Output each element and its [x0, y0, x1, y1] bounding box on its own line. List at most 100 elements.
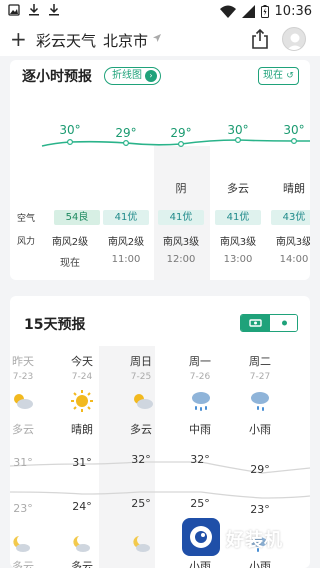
aqi-badge: 54良 — [54, 210, 100, 225]
hour-time: 现在 — [60, 258, 80, 269]
hour-temp: 29° — [170, 126, 192, 140]
hour-wind: 南风3级 — [219, 237, 257, 248]
day-weather: 多云 — [12, 423, 34, 436]
day-weather: 晴朗 — [71, 423, 93, 436]
now-button[interactable]: 现在 ↺ — [258, 67, 299, 85]
hour-wind: 南风2级 — [51, 237, 89, 248]
now-button-label: 现在 — [263, 70, 283, 81]
day-low: 23° — [13, 502, 33, 515]
temp-point — [178, 141, 185, 148]
hour-wind: 南风3级 — [275, 237, 310, 248]
share-icon[interactable] — [250, 28, 270, 50]
hour-weather: 晴朗 — [283, 182, 305, 195]
day-low: 25° — [190, 497, 210, 510]
status-left — [8, 3, 60, 16]
day-high: 32° — [131, 453, 151, 466]
watermark-logo-icon — [190, 526, 212, 548]
hour-temp: 30° — [59, 123, 81, 137]
day-name: 周二 — [249, 355, 271, 368]
temp-point — [235, 137, 242, 144]
sunny-icon — [71, 390, 93, 412]
download-icon — [49, 4, 59, 16]
image-icon — [8, 3, 20, 16]
signal-icon — [241, 5, 255, 18]
partly-cloudy-night-icon — [73, 536, 90, 552]
location-arrow-icon — [153, 34, 161, 42]
refresh-icon: ↺ — [286, 71, 294, 81]
status-right: 10:36 — [219, 4, 312, 19]
chevron-right-icon: › — [145, 70, 157, 82]
day-high: 32° — [190, 453, 210, 466]
day-weather: 中雨 — [189, 423, 211, 436]
aqi-badge: 41优 — [158, 210, 204, 225]
temp-point — [122, 140, 129, 147]
day-high: 29° — [250, 463, 270, 476]
battery-icon — [260, 5, 269, 18]
add-city-button[interactable]: + — [10, 27, 27, 51]
status-time: 10:36 — [274, 4, 312, 19]
day-low: 23° — [250, 503, 270, 516]
day-name: 周一 — [189, 355, 211, 368]
watermark-logo — [182, 518, 220, 556]
aqi-badge: 41优 — [103, 210, 149, 225]
chart-view-button[interactable] — [270, 315, 297, 331]
avatar[interactable] — [282, 27, 306, 51]
list-view-button[interactable] — [241, 315, 270, 331]
city-name[interactable]: 北京市 — [103, 30, 148, 51]
air-row-label: 空气 — [17, 214, 36, 224]
avatar-icon — [286, 33, 304, 50]
night-weather: 多云 — [71, 560, 93, 568]
hour-weather: 多云 — [227, 182, 249, 195]
app-header: + 彩云天气 北京市 — [0, 24, 320, 56]
chart-toggle-button[interactable]: 折线图 › — [104, 67, 161, 85]
day-name: 昨天 — [12, 355, 34, 368]
night-weather: 多云 — [12, 560, 34, 568]
day-weather: 小雨 — [249, 423, 271, 436]
partly-cloudy-icon — [14, 394, 33, 409]
chart-view-icon — [282, 320, 287, 326]
hour-time: 13:00 — [223, 254, 253, 265]
hour-wind: 南风2级 — [107, 237, 145, 248]
hour-time: 11:00 — [111, 254, 141, 265]
hour-time: 12:00 — [166, 254, 196, 265]
download-icon — [29, 4, 39, 16]
wifi-icon — [219, 5, 236, 18]
partly-cloudy-night-icon — [13, 536, 30, 552]
partly-cloudy-night-icon — [133, 536, 150, 552]
status-bar: 10:36 — [0, 0, 320, 24]
day-high: 31° — [13, 456, 33, 469]
aqi-badge: 43优 — [271, 210, 310, 225]
rain-icon — [251, 392, 269, 411]
partly-cloudy-icon — [134, 394, 153, 409]
chart-toggle-label: 折线图 — [112, 70, 142, 81]
watermark: 好装机 — [182, 516, 312, 560]
day-date: 7-25 — [130, 372, 152, 382]
hour-temp: 30° — [227, 123, 249, 137]
hour-temp: 29° — [115, 126, 137, 140]
day-date: 7-26 — [189, 372, 211, 382]
day-date: 7-27 — [249, 372, 271, 382]
hour-temp: 30° — [283, 123, 305, 137]
hour-time: 14:00 — [279, 254, 309, 265]
day-name: 周日 — [130, 355, 152, 368]
day-date: 7-23 — [12, 372, 34, 382]
app-name: 彩云天气 — [36, 32, 97, 50]
temp-point — [66, 139, 73, 146]
daily-title: 15天预报 — [24, 317, 86, 333]
day-weather: 多云 — [130, 423, 152, 436]
hourly-title: 逐小时预报 — [22, 69, 92, 85]
day-date: 7-24 — [71, 372, 93, 382]
temp-point — [291, 138, 298, 145]
day-low: 25° — [131, 497, 151, 510]
hour-wind: 南风3级 — [162, 237, 200, 248]
wind-row-label: 风力 — [17, 237, 36, 247]
hourly-forecast-card: 逐小时预报 折线图 › 现在 ↺ 30° 29° 29° 30° 30° 阴 多… — [10, 60, 310, 280]
view-toggle[interactable] — [240, 314, 298, 332]
watermark-text: 好装机 — [226, 530, 283, 551]
hour-weather: 阴 — [175, 182, 187, 195]
day-high: 31° — [72, 456, 92, 469]
day-low: 24° — [72, 500, 92, 513]
aqi-badge: 41优 — [215, 210, 261, 225]
list-view-icon — [249, 319, 262, 327]
rain-icon — [192, 392, 210, 411]
